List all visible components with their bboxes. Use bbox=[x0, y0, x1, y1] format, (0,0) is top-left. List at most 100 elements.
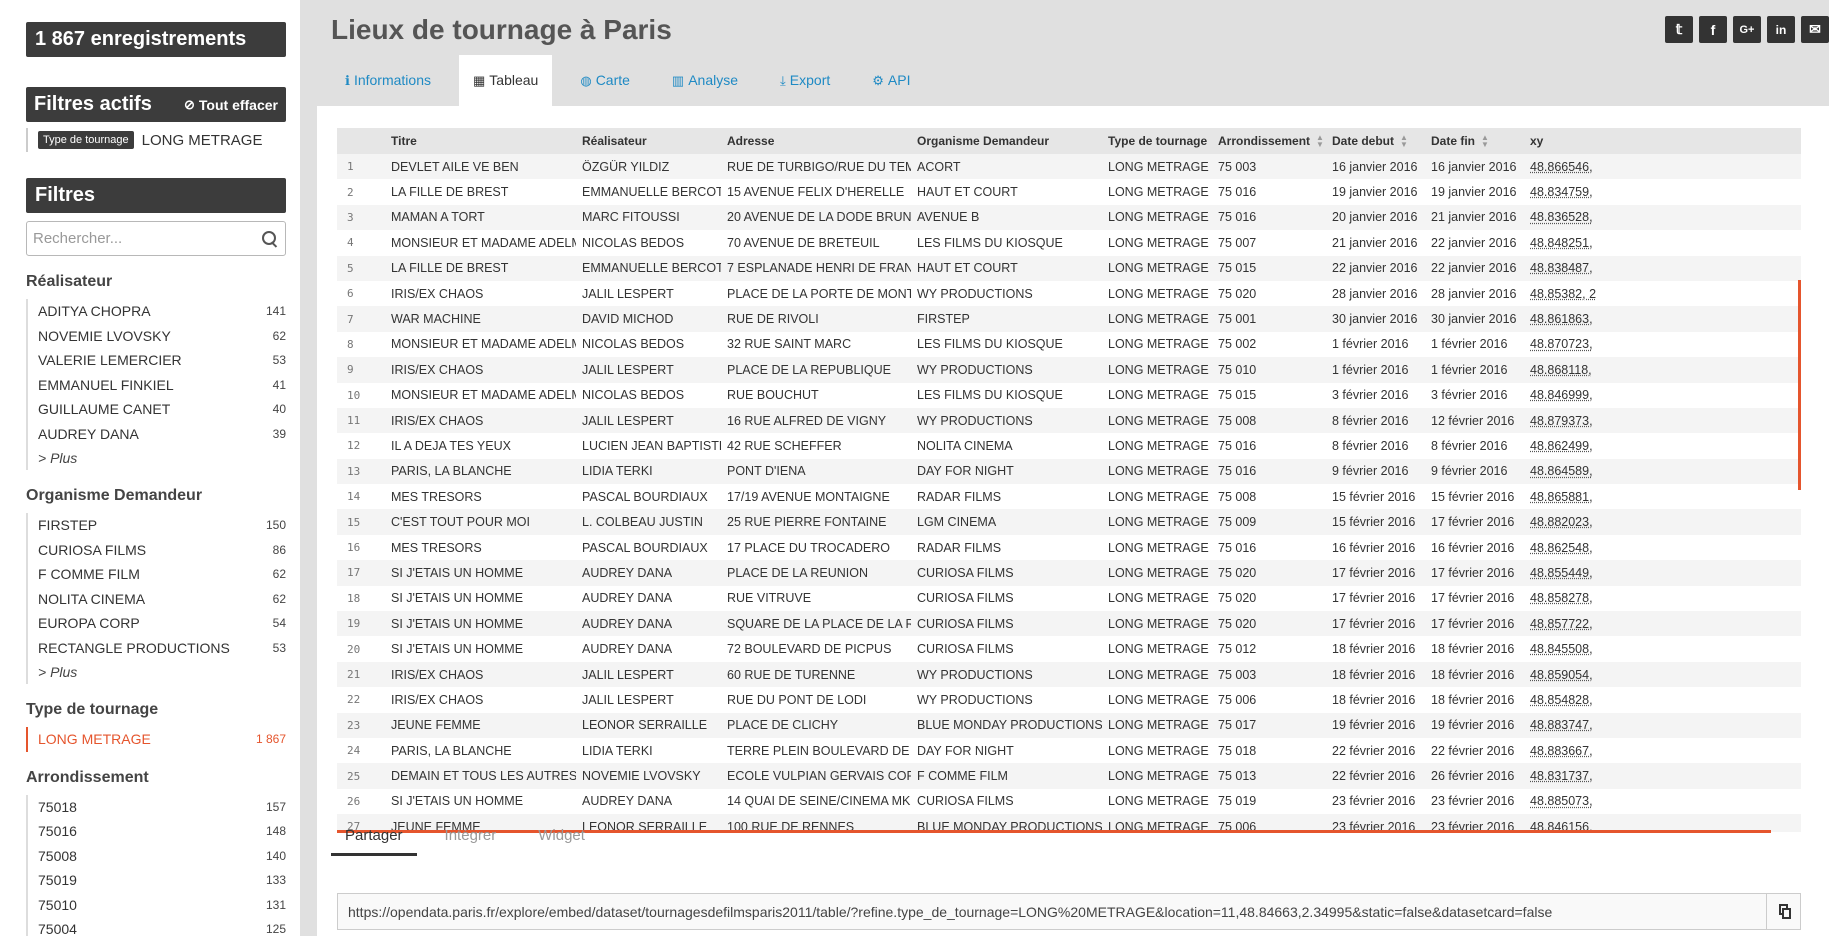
share-tab[interactable]: Widget bbox=[524, 818, 599, 856]
table-cell[interactable]: 48.861863, bbox=[1524, 306, 1801, 332]
table-cell[interactable]: 48.885073, bbox=[1524, 788, 1801, 815]
sort-icon[interactable]: ▲ ▼ bbox=[1481, 134, 1489, 149]
facet-item[interactable]: RECTANGLE PRODUCTIONS 53 bbox=[28, 636, 286, 661]
clear-all-button[interactable]: ⊘ Tout effacer bbox=[184, 97, 278, 113]
facet-item[interactable]: 75004 125 bbox=[28, 917, 286, 936]
search-input[interactable] bbox=[33, 230, 261, 247]
facet-item[interactable]: 75010 131 bbox=[28, 893, 286, 918]
column-header[interactable]: Réalisateur bbox=[576, 128, 721, 154]
table-row[interactable]: 7 WAR MACHINE DAVID MICHOD RUE DE RIVOLI FIR… bbox=[337, 306, 1801, 332]
table-cell[interactable]: 48.855449, bbox=[1524, 560, 1801, 586]
facet-item[interactable]: 75019 133 bbox=[28, 868, 286, 893]
table-cell[interactable]: 48.838487, bbox=[1524, 255, 1801, 281]
table-cell[interactable]: 48.854828, bbox=[1524, 687, 1801, 713]
facet-more-link[interactable]: > Plus bbox=[28, 660, 286, 684]
column-header[interactable]: Date fin ▲ ▼ bbox=[1425, 128, 1524, 154]
facet-item[interactable]: CURIOSA FILMS 86 bbox=[28, 538, 286, 563]
facet-more-link[interactable]: > Plus bbox=[28, 446, 286, 470]
share-tab[interactable]: Partager bbox=[331, 818, 417, 856]
column-header[interactable]: xy bbox=[1524, 128, 1801, 154]
linkedin-icon[interactable]: in bbox=[1767, 16, 1795, 43]
table-cell[interactable]: 48.836528, bbox=[1524, 204, 1801, 231]
table-cell[interactable]: 48.883667, bbox=[1524, 737, 1801, 764]
facet-item[interactable]: ADITYA CHOPRA 141 bbox=[28, 299, 286, 324]
table-row[interactable]: 9 IRIS/EX CHAOS JALIL LESPERT PLACE DE LA R… bbox=[337, 357, 1801, 383]
google-plus-icon[interactable]: G+ bbox=[1733, 16, 1761, 43]
table-cell[interactable]: 48.870723, bbox=[1524, 331, 1801, 358]
table-row[interactable]: 14 MES TRESORS PASCAL BOURDIAUX 17/19 AVENU… bbox=[337, 484, 1801, 510]
table-row[interactable]: 5 LA FILLE DE BREST EMMANUELLE BERCOT 7 ESP… bbox=[337, 255, 1801, 281]
twitter-icon[interactable]: 𝕥 bbox=[1665, 16, 1693, 43]
facet-item[interactable]: 75008 140 bbox=[28, 844, 286, 869]
column-header[interactable]: Adresse bbox=[721, 128, 911, 154]
table-row[interactable]: 22 IRIS/EX CHAOS JALIL LESPERT RUE DU PONT … bbox=[337, 687, 1801, 713]
column-header[interactable]: Titre bbox=[385, 128, 576, 154]
tab-informations[interactable]: ℹ Informations bbox=[331, 55, 445, 106]
table-row[interactable]: 25DEMAIN ET TOUS LES AUTRES JOURSNOVEMIE… bbox=[337, 763, 1801, 789]
facet-item[interactable]: NOLITA CINEMA 62 bbox=[28, 587, 286, 612]
table-row[interactable]: 24 PARIS, LA BLANCHE LIDIA TERKI TERRE PLEI… bbox=[337, 737, 1801, 764]
email-icon[interactable]: ✉ bbox=[1801, 16, 1829, 43]
column-header[interactable]: Arrondissement ▲ ▼ bbox=[1212, 128, 1326, 154]
embed-url-field[interactable]: https://opendata.paris.fr/explore/embed/… bbox=[338, 904, 1766, 920]
table-row[interactable]: 19 SI J'ETAIS UN HOMME AUDREY DANA SQUARE D… bbox=[337, 611, 1801, 637]
table-row[interactable]: 16 MES TRESORS PASCAL BOURDIAUX 17 PLACE DU… bbox=[337, 534, 1801, 561]
table-row[interactable]: 2 LA FILLE DE BREST EMMANUELLE BERCOT 15 AV… bbox=[337, 179, 1801, 205]
table-cell[interactable]: 48.883747, bbox=[1524, 712, 1801, 738]
table-cell[interactable]: 48.848251, bbox=[1524, 230, 1801, 256]
table-cell[interactable]: 48.845508, bbox=[1524, 636, 1801, 662]
facet-item[interactable]: LONG METRAGE 1 867 bbox=[28, 727, 286, 752]
tab-tableau[interactable]: ▦ Tableau bbox=[459, 55, 553, 106]
table-cell[interactable]: 48.879373, bbox=[1524, 407, 1801, 434]
tab-export[interactable]: ⤓ Export bbox=[766, 55, 844, 106]
tab-carte[interactable]: ◍ Carte bbox=[566, 55, 644, 106]
table-row[interactable]: 20 SI J'ETAIS UN HOMME AUDREY DANA 72 BOULE… bbox=[337, 636, 1801, 662]
data-table-area[interactable]: Titre Réalisateur Adresse Organisme Demande… bbox=[337, 128, 1801, 832]
facet-item[interactable]: AUDREY DANA 39 bbox=[28, 422, 286, 447]
table-row[interactable]: 18 SI J'ETAIS UN HOMME AUDREY DANA RUE VITR… bbox=[337, 585, 1801, 612]
facet-item[interactable]: VALERIE LEMERCIER 53 bbox=[28, 348, 286, 373]
table-cell[interactable]: 48.846999, bbox=[1524, 382, 1801, 408]
facet-item[interactable]: 75018 157 bbox=[28, 795, 286, 820]
facet-item[interactable]: EMMANUEL FINKIEL 41 bbox=[28, 373, 286, 398]
table-row[interactable]: 10MONSIEUR ET MADAME ADELMANNICOLAS BEDO… bbox=[337, 382, 1801, 408]
table-cell[interactable]: 48.868118, bbox=[1524, 357, 1801, 383]
table-row[interactable]: 11 IRIS/EX CHAOS JALIL LESPERT 16 RUE ALFRE… bbox=[337, 407, 1801, 434]
table-row[interactable]: 6 IRIS/EX CHAOS JALIL LESPERT PLACE DE LA P… bbox=[337, 280, 1801, 307]
table-cell[interactable]: 48.882023, bbox=[1524, 509, 1801, 535]
copy-button[interactable] bbox=[1766, 894, 1800, 929]
table-cell[interactable]: 48.857722, bbox=[1524, 611, 1801, 637]
share-tab[interactable]: Intégrer bbox=[431, 818, 511, 856]
table-row[interactable]: 15 C'EST TOUT POUR MOI L. COLBEAU JUSTIN 25… bbox=[337, 509, 1801, 535]
table-row[interactable]: 12 IL A DEJA TES YEUX LUCIEN JEAN BAPTISTE… bbox=[337, 433, 1801, 459]
facet-item[interactable]: 75016 148 bbox=[28, 819, 286, 844]
sort-icon[interactable]: ▲ ▼ bbox=[1400, 134, 1408, 149]
table-cell[interactable]: 48.85382, 2 bbox=[1524, 280, 1801, 307]
table-cell[interactable]: 48.864589, bbox=[1524, 458, 1801, 485]
tab-analyse[interactable]: ▥ Analyse bbox=[658, 55, 752, 106]
vertical-scrollbar[interactable] bbox=[1798, 280, 1801, 490]
table-cell[interactable]: 48.866546, bbox=[1524, 154, 1801, 180]
table-cell[interactable]: 48.862548, bbox=[1524, 534, 1801, 561]
facet-item[interactable]: EUROPA CORP 54 bbox=[28, 611, 286, 636]
column-header[interactable]: Organisme Demandeur bbox=[911, 128, 1102, 154]
column-header[interactable]: Type de tournage bbox=[1102, 128, 1212, 154]
search-icon[interactable] bbox=[261, 230, 279, 248]
table-cell[interactable]: 48.831737, bbox=[1524, 763, 1801, 789]
table-row[interactable]: 8MONSIEUR ET MADAME ADELMANNICOLAS BEDOS… bbox=[337, 331, 1801, 358]
facet-item[interactable]: NOVEMIE LVOVSKY 62 bbox=[28, 324, 286, 349]
facebook-icon[interactable]: f bbox=[1699, 16, 1727, 43]
tab-api[interactable]: ⚙ API bbox=[858, 55, 924, 106]
table-cell[interactable]: 48.862499, bbox=[1524, 433, 1801, 459]
facet-item[interactable]: F COMME FILM 62 bbox=[28, 562, 286, 587]
table-row[interactable]: 21 IRIS/EX CHAOS JALIL LESPERT 60 RUE DE TU… bbox=[337, 661, 1801, 688]
table-row[interactable]: 4MONSIEUR ET MADAME ADELMANNICOLAS BEDOS… bbox=[337, 230, 1801, 256]
column-header[interactable]: Date debut ▲ ▼ bbox=[1326, 128, 1425, 154]
table-row[interactable]: 13 PARIS, LA BLANCHE LIDIA TERKI PONT D'IEN… bbox=[337, 458, 1801, 485]
table-row[interactable]: 1 DEVLET AILE VE BEN ÖZGÜR YILDIZ RUE DE TU… bbox=[337, 154, 1801, 180]
facet-item[interactable]: FIRSTEP 150 bbox=[28, 513, 286, 538]
active-filter[interactable]: Type de tournage LONG METRAGE bbox=[26, 128, 286, 152]
sort-icon[interactable]: ▲ ▼ bbox=[1316, 134, 1324, 149]
search-box[interactable] bbox=[26, 221, 286, 256]
table-row[interactable]: 17 SI J'ETAIS UN HOMME AUDREY DANA PLACE DE… bbox=[337, 560, 1801, 586]
